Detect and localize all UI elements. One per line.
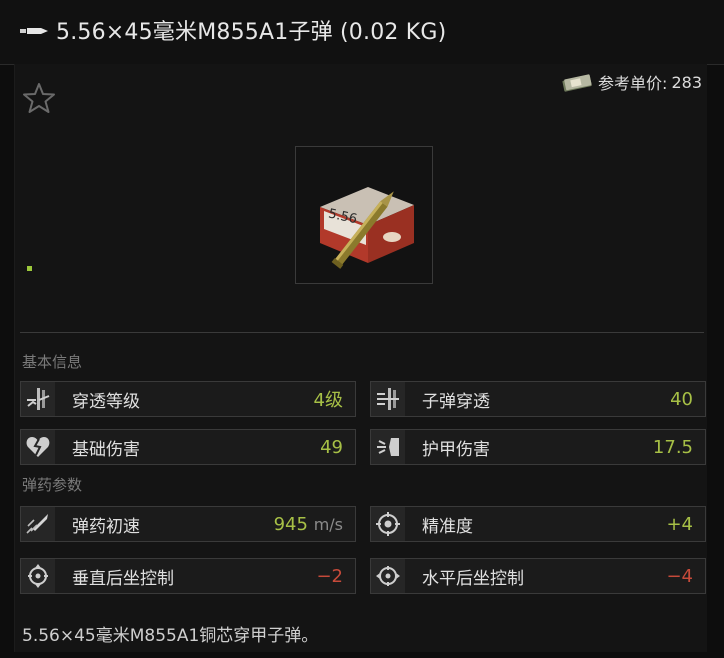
- horizontal-recoil-icon: [371, 559, 405, 593]
- stat-value: 49: [320, 436, 343, 458]
- item-header: 5.56×45毫米M855A1子弹 (0.02 KG): [0, 0, 724, 65]
- stat-label: 水平后坐控制: [422, 568, 524, 589]
- stat-armor-damage: 护甲伤害 17.5: [370, 429, 706, 465]
- stat-value: 40: [670, 388, 693, 410]
- stat-label: 基础伤害: [72, 439, 140, 460]
- money-icon: [562, 74, 592, 92]
- bullet-icon: [20, 28, 48, 34]
- stat-value: −4: [666, 565, 693, 587]
- stat-horizontal-recoil: 水平后坐控制 −4: [370, 558, 706, 594]
- stat-value: 17.5: [652, 436, 693, 458]
- vertical-recoil-icon: [21, 559, 55, 593]
- stat-value: −2: [316, 565, 343, 587]
- stat-label: 垂直后坐控制: [72, 568, 174, 589]
- status-indicator: [27, 266, 32, 271]
- stat-label: 护甲伤害: [422, 439, 490, 460]
- accuracy-icon: [371, 507, 405, 541]
- penetration-level-icon: [21, 382, 55, 416]
- stat-label: 子弹穿透: [422, 391, 490, 412]
- stat-bullet-penetration: 子弹穿透 40: [370, 381, 706, 417]
- bullet-penetration-icon: [371, 382, 405, 416]
- stat-label: 弹药初速: [72, 516, 140, 537]
- stat-accuracy: 精准度 +4: [370, 506, 706, 542]
- armor-damage-icon: [371, 430, 405, 464]
- stat-base-damage: 基础伤害 49: [20, 429, 356, 465]
- stat-label: 精准度: [422, 516, 473, 537]
- stat-value: 945 m/s: [274, 514, 343, 535]
- item-title: 5.56×45毫米M855A1子弹 (0.02 KG): [56, 20, 447, 45]
- ammo-box-icon: 5.56: [320, 187, 414, 269]
- stat-vertical-recoil: 垂直后坐控制 −2: [20, 558, 356, 594]
- stat-muzzle-velocity: 弹药初速 945 m/s: [20, 506, 356, 542]
- stat-value-unit: m/s: [313, 514, 343, 534]
- stat-value-number: 945: [273, 513, 308, 535]
- item-image: 5.56: [295, 146, 433, 284]
- muzzle-velocity-icon: [21, 507, 55, 541]
- section-ammo-params: 弹药参数: [22, 476, 83, 494]
- divider: [20, 332, 704, 333]
- stat-value: +4: [666, 513, 693, 535]
- price-value: 283: [671, 72, 702, 92]
- price-label: 参考单价:: [598, 74, 668, 93]
- stat-label: 穿透等级: [72, 391, 140, 412]
- stat-value: 4级: [313, 390, 343, 411]
- reference-price: 参考单价: 283: [560, 70, 702, 94]
- star-icon[interactable]: [22, 81, 56, 115]
- damage-icon: [21, 430, 55, 464]
- section-basic-info: 基本信息: [22, 353, 83, 371]
- stat-penetration-level: 穿透等级 4级: [20, 381, 356, 417]
- item-description: 5.56×45毫米M855A1铜芯穿甲子弹。: [22, 626, 319, 646]
